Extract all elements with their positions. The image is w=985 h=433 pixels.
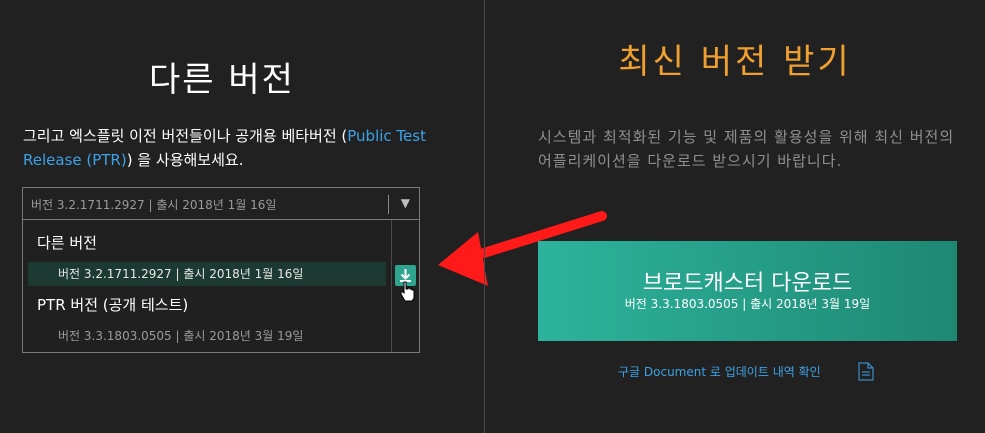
download-button-version: 버전 3.3.1803.0505 | 출시 2018년 3월 19일 bbox=[624, 297, 871, 311]
group-other-versions: 다른 버전 bbox=[37, 234, 97, 252]
download-button-label: 브로드캐스터 다운로드 bbox=[642, 271, 853, 296]
right-pane: 최신 버전 받기 시스템과 최적화된 기능 및 제품의 활용성을 위해 최신 버… bbox=[485, 0, 985, 433]
select-divider bbox=[388, 195, 389, 214]
left-pane: 다른 버전 그리고 엑스플릿 이전 버전들이나 공개용 베타버전 (Public… bbox=[0, 0, 607, 433]
chevron-down-icon[interactable]: ▼ bbox=[401, 196, 410, 210]
other-versions-title: 다른 버전 bbox=[149, 60, 295, 100]
version-select[interactable]: 버전 3.2.1711.2927 | 출시 2018년 1월 16일 ▼ bbox=[22, 187, 420, 220]
intro-text: 그리고 엑스플릿 이전 버전들이나 공개용 베타버전 (Public Test … bbox=[23, 127, 426, 169]
option-version-3-2[interactable]: 버전 3.2.1711.2927 | 출시 2018년 1월 16일 bbox=[28, 262, 386, 286]
option-version-3-3-ptr[interactable]: 버전 3.3.1803.0505 | 출시 2018년 3월 19일 bbox=[28, 324, 386, 348]
latest-version-description: 시스템과 최적화된 기능 및 제품의 활용성을 위해 최신 버전의 어플리케이션… bbox=[538, 128, 955, 170]
document-icon[interactable] bbox=[858, 362, 874, 381]
latest-version-title: 최신 버전 받기 bbox=[618, 42, 852, 82]
group-ptr-versions: PTR 버전 (공개 테스트) bbox=[37, 296, 189, 314]
dropdown-divider bbox=[391, 220, 392, 352]
broadcaster-download-button[interactable]: 브로드캐스터 다운로드 버전 3.3.1803.0505 | 출시 2018년 … bbox=[538, 241, 957, 341]
version-select-value: 버전 3.2.1711.2927 | 출시 2018년 1월 16일 bbox=[31, 198, 277, 212]
hand-cursor-icon bbox=[400, 281, 415, 302]
changelog-doc-link[interactable]: 구글 Document 로 업데이트 내역 확인 bbox=[618, 363, 821, 380]
version-dropdown-list: 다른 버전 버전 3.2.1711.2927 | 출시 2018년 1월 16일… bbox=[22, 220, 420, 353]
